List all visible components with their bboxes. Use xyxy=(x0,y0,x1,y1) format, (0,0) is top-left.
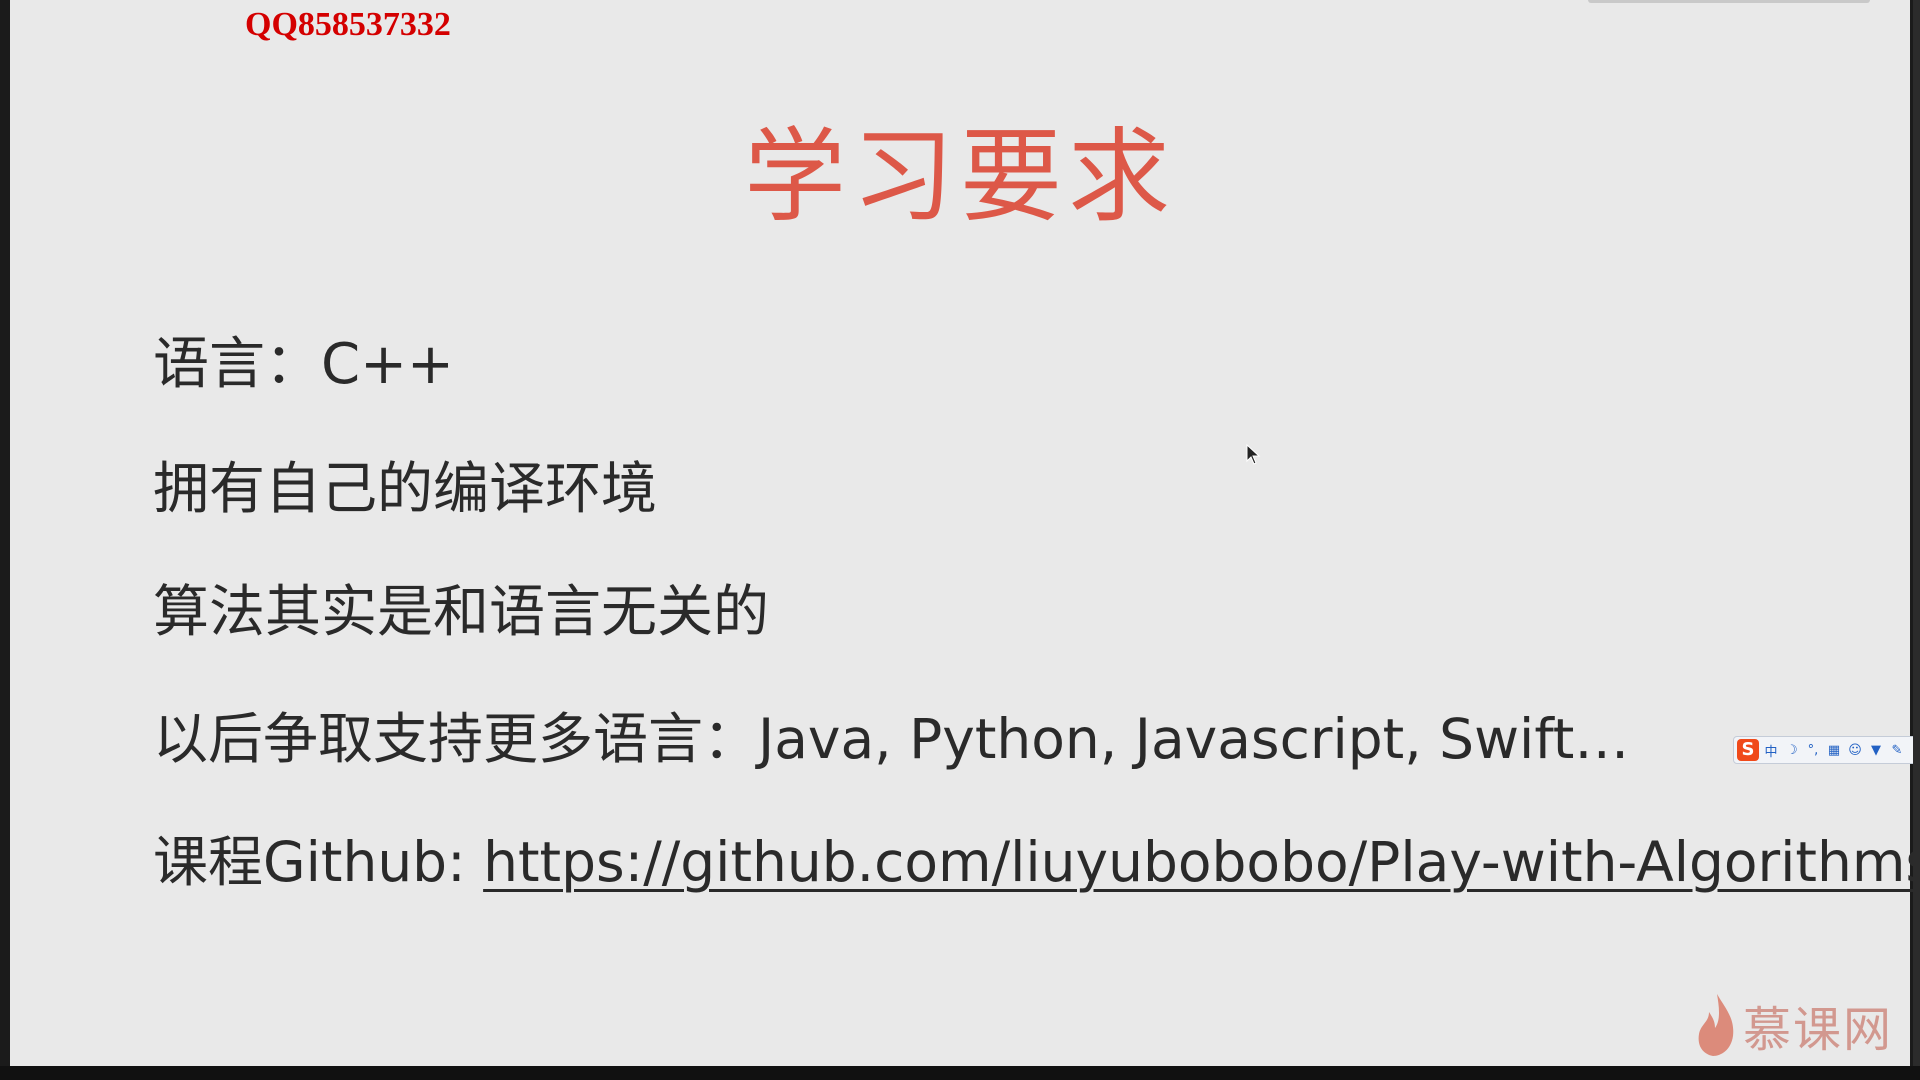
github-label: 课程Github: xyxy=(153,830,484,894)
requirement-github: 课程Github: https://github.com/liuyubobobo… xyxy=(153,827,1920,897)
sogou-logo-icon[interactable]: S xyxy=(1737,739,1759,761)
bottom-border xyxy=(0,1066,1920,1080)
slide-title: 学习要求 xyxy=(744,118,1176,237)
keyboard-icon[interactable]: ▦ xyxy=(1825,743,1843,758)
right-border xyxy=(1913,0,1920,1080)
ime-toolbar[interactable]: S 中 ☽ °, ▦ ☺ ▼ ✎ xyxy=(1733,736,1920,764)
github-link[interactable]: https://github.com/liuyubobobo/Play-with… xyxy=(483,830,1920,894)
mooc-brand-watermark: 慕课网 xyxy=(1695,990,1893,1060)
ime-mode-button[interactable]: 中 xyxy=(1762,741,1780,760)
requirement-environment: 拥有自己的编译环境 xyxy=(153,457,657,522)
punctuation-icon[interactable]: °, xyxy=(1804,743,1822,758)
mouse-cursor-icon xyxy=(1246,444,1261,465)
video-frame: QQ858537332 学习要求 语言：C++ 拥有自己的编译环境 算法其实是和… xyxy=(0,0,1920,1080)
user-icon[interactable]: ☺ xyxy=(1846,743,1864,758)
requirement-language-agnostic: 算法其实是和语言无关的 xyxy=(153,580,769,645)
qq-watermark: QQ858537332 xyxy=(245,6,451,43)
mooc-brand-text: 慕课网 xyxy=(1743,1002,1894,1058)
requirement-language: 语言：C++ xyxy=(153,332,454,397)
requirement-future-languages: 以后争取支持更多语言：Java, Python, Javascript, Swi… xyxy=(153,707,1630,771)
wrench-icon[interactable]: ✎ xyxy=(1888,743,1906,758)
flame-icon xyxy=(1698,994,1734,1056)
moon-icon[interactable]: ☽ xyxy=(1783,743,1801,758)
shirt-icon[interactable]: ▼ xyxy=(1867,743,1885,758)
top-tab-indicator xyxy=(1588,0,1870,3)
